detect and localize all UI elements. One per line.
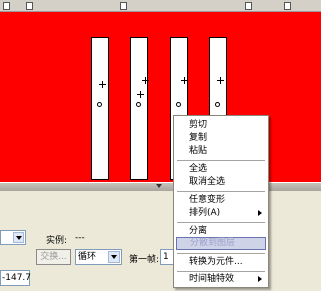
context-menu: 剪切 复制 粘贴 全选 取消全选 任意变形 排列(A) 分离 分散到图层 转换为…: [173, 115, 269, 288]
ruler-marker: [284, 2, 291, 10]
dropdown-arrow-icon: [108, 251, 120, 263]
menu-item-copy[interactable]: 复制: [176, 132, 266, 145]
menu-item-arrange-label: 排列(A): [189, 208, 221, 218]
registration-cross-icon: [217, 77, 224, 84]
menu-item-timeline-effects[interactable]: 时间轴特效: [176, 273, 266, 286]
registration-cross-icon: [181, 77, 188, 84]
first-frame-label: 第一帧:: [129, 255, 160, 265]
menu-item-free-transform[interactable]: 任意变形: [176, 194, 266, 207]
instance-value: ---: [75, 233, 85, 243]
stage-top-strip: [0, 0, 321, 12]
menu-item-cut[interactable]: 剪切: [176, 119, 266, 132]
swap-button[interactable]: 交换...: [36, 249, 71, 265]
ruler-marker: [3, 2, 10, 10]
menu-separator: [177, 191, 265, 192]
registration-cross-icon: [99, 81, 106, 88]
menu-item-distribute-to-layers[interactable]: 分散到图层: [176, 237, 266, 250]
menu-separator: [177, 253, 265, 254]
instance-label: 实例:: [46, 236, 68, 246]
dropdown-arrow-icon: [13, 232, 24, 243]
menu-item-convert-to-symbol[interactable]: 转换为元件...: [176, 256, 266, 269]
symbol-type-dropdown[interactable]: [0, 230, 26, 245]
collapse-arrow-icon[interactable]: [156, 184, 162, 188]
properties-panel: 实例: --- 交换... 循环 第一帧: 1: [0, 191, 321, 291]
menu-item-arrange[interactable]: 排列(A): [176, 207, 266, 220]
menu-separator: [177, 271, 265, 272]
transform-point-icon: [136, 102, 141, 107]
ruler-marker: [245, 2, 252, 10]
ruler-marker: [26, 2, 33, 10]
registration-cross-icon: [142, 77, 149, 84]
menu-item-deselect-all[interactable]: 取消全选: [176, 176, 266, 189]
loop-select-value: 循环: [78, 252, 97, 262]
stage-bar-1[interactable]: [91, 37, 109, 180]
loop-select[interactable]: 循环: [75, 249, 122, 265]
transform-point-icon: [97, 102, 102, 107]
registration-cross-icon: [137, 91, 144, 98]
transform-point-icon: [215, 102, 220, 107]
x-coordinate-field[interactable]: -147.7: [0, 270, 31, 286]
stage-bar-2[interactable]: [130, 37, 149, 180]
menu-item-paste[interactable]: 粘贴: [176, 145, 266, 158]
submenu-arrow-icon: [258, 276, 262, 282]
menu-item-select-all[interactable]: 全选: [176, 163, 266, 176]
transform-point-icon: [176, 102, 181, 107]
submenu-arrow-icon: [258, 210, 262, 216]
ruler-marker: [120, 2, 127, 10]
stage-canvas[interactable]: [0, 12, 321, 182]
menu-separator: [177, 222, 265, 223]
menu-item-timeline-effects-label: 时间轴特效: [189, 274, 235, 284]
menu-separator: [177, 160, 265, 161]
